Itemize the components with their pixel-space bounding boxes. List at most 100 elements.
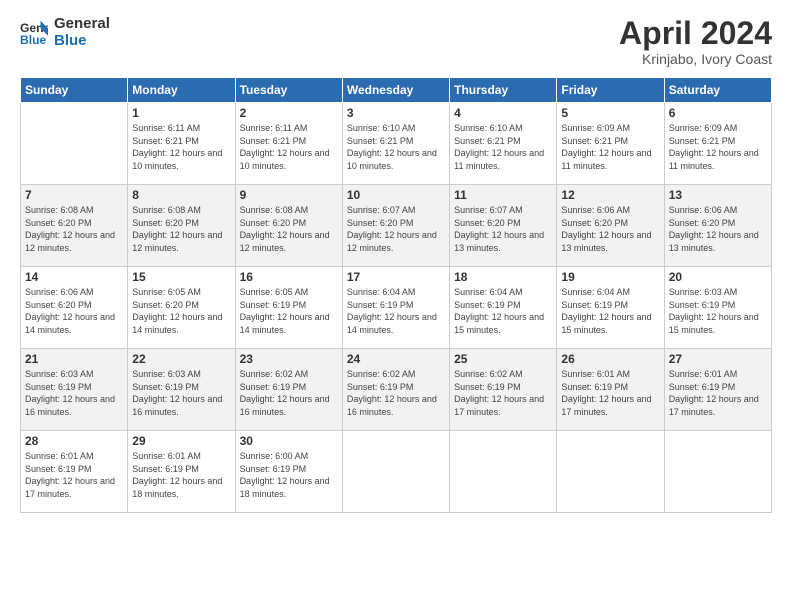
calendar-cell: 4 Sunrise: 6:10 AMSunset: 6:21 PMDaylight… bbox=[450, 103, 557, 185]
month-title: April 2024 bbox=[619, 16, 772, 51]
svg-text:Blue: Blue bbox=[20, 33, 47, 47]
day-number: 3 bbox=[347, 106, 445, 120]
col-header-friday: Friday bbox=[557, 78, 664, 103]
day-number: 29 bbox=[132, 434, 230, 448]
day-number: 4 bbox=[454, 106, 552, 120]
day-info: Sunrise: 6:10 AMSunset: 6:21 PMDaylight:… bbox=[454, 122, 552, 172]
day-number: 30 bbox=[240, 434, 338, 448]
col-header-sunday: Sunday bbox=[21, 78, 128, 103]
day-info: Sunrise: 6:10 AMSunset: 6:21 PMDaylight:… bbox=[347, 122, 445, 172]
day-number: 12 bbox=[561, 188, 659, 202]
calendar-cell: 17 Sunrise: 6:04 AMSunset: 6:19 PMDayligh… bbox=[342, 267, 449, 349]
calendar-cell: 30Sunrise: 6:00 AMSunset: 6:19 PMDayligh… bbox=[235, 431, 342, 513]
calendar-table: SundayMondayTuesdayWednesdayThursdayFrid… bbox=[20, 77, 772, 513]
logo-blue: Blue bbox=[54, 33, 110, 50]
day-number: 25 bbox=[454, 352, 552, 366]
day-info: Sunrise: 6:06 AMSunset: 6:20 PMDaylight:… bbox=[25, 286, 123, 336]
day-info: Sunrise: 6:04 AMSunset: 6:19 PMDaylight:… bbox=[561, 286, 659, 336]
day-info: Sunrise: 6:01 AMSunset: 6:19 PMDaylight:… bbox=[132, 450, 230, 500]
day-info: Sunrise: 6:07 AMSunset: 6:20 PMDaylight:… bbox=[454, 204, 552, 254]
calendar-cell: 9 Sunrise: 6:08 AMSunset: 6:20 PMDaylight… bbox=[235, 185, 342, 267]
calendar-header-row: SundayMondayTuesdayWednesdayThursdayFrid… bbox=[21, 78, 772, 103]
day-number: 8 bbox=[132, 188, 230, 202]
day-number: 26 bbox=[561, 352, 659, 366]
col-header-thursday: Thursday bbox=[450, 78, 557, 103]
calendar-cell bbox=[342, 431, 449, 513]
day-number: 24 bbox=[347, 352, 445, 366]
col-header-wednesday: Wednesday bbox=[342, 78, 449, 103]
calendar-cell: 24 Sunrise: 6:02 AMSunset: 6:19 PMDayligh… bbox=[342, 349, 449, 431]
day-info: Sunrise: 6:11 AMSunset: 6:21 PMDaylight:… bbox=[240, 122, 338, 172]
day-number: 20 bbox=[669, 270, 767, 284]
calendar-cell: 16Sunrise: 6:05 AMSunset: 6:19 PMDayligh… bbox=[235, 267, 342, 349]
calendar-week-row: 14 Sunrise: 6:06 AMSunset: 6:20 PMDayligh… bbox=[21, 267, 772, 349]
calendar-cell: 12 Sunrise: 6:06 AMSunset: 6:20 PMDayligh… bbox=[557, 185, 664, 267]
day-info: Sunrise: 6:04 AMSunset: 6:19 PMDaylight:… bbox=[347, 286, 445, 336]
col-header-saturday: Saturday bbox=[664, 78, 771, 103]
day-number: 13 bbox=[669, 188, 767, 202]
day-number: 10 bbox=[347, 188, 445, 202]
calendar-cell: 29 Sunrise: 6:01 AMSunset: 6:19 PMDayligh… bbox=[128, 431, 235, 513]
day-number: 17 bbox=[347, 270, 445, 284]
calendar-cell bbox=[450, 431, 557, 513]
day-number: 16 bbox=[240, 270, 338, 284]
calendar-cell: 6 Sunrise: 6:09 AMSunset: 6:21 PMDaylight… bbox=[664, 103, 771, 185]
day-number: 6 bbox=[669, 106, 767, 120]
calendar-cell bbox=[557, 431, 664, 513]
header: General Blue General Blue April 2024 Kri… bbox=[20, 16, 772, 67]
day-info: Sunrise: 6:04 AMSunset: 6:19 PMDaylight:… bbox=[454, 286, 552, 336]
day-number: 21 bbox=[25, 352, 123, 366]
day-number: 22 bbox=[132, 352, 230, 366]
day-number: 27 bbox=[669, 352, 767, 366]
day-info: Sunrise: 6:06 AMSunset: 6:20 PMDaylight:… bbox=[561, 204, 659, 254]
day-info: Sunrise: 6:02 AMSunset: 6:19 PMDaylight:… bbox=[347, 368, 445, 418]
calendar-cell: 25 Sunrise: 6:02 AMSunset: 6:19 PMDayligh… bbox=[450, 349, 557, 431]
day-number: 19 bbox=[561, 270, 659, 284]
calendar-cell: 23 Sunrise: 6:02 AMSunset: 6:19 PMDayligh… bbox=[235, 349, 342, 431]
day-info: Sunrise: 6:09 AMSunset: 6:21 PMDaylight:… bbox=[669, 122, 767, 172]
calendar-cell: 2 Sunrise: 6:11 AMSunset: 6:21 PMDaylight… bbox=[235, 103, 342, 185]
day-number: 15 bbox=[132, 270, 230, 284]
day-info: Sunrise: 6:11 AMSunset: 6:21 PMDaylight:… bbox=[132, 122, 230, 172]
day-info: Sunrise: 6:05 AMSunset: 6:20 PMDaylight:… bbox=[132, 286, 230, 336]
calendar-week-row: 21Sunrise: 6:03 AMSunset: 6:19 PMDayligh… bbox=[21, 349, 772, 431]
day-info: Sunrise: 6:02 AMSunset: 6:19 PMDaylight:… bbox=[240, 368, 338, 418]
day-info: Sunrise: 6:02 AMSunset: 6:19 PMDaylight:… bbox=[454, 368, 552, 418]
day-number: 1 bbox=[132, 106, 230, 120]
title-block: April 2024 Krinjabo, Ivory Coast bbox=[619, 16, 772, 67]
calendar-cell bbox=[21, 103, 128, 185]
day-number: 2 bbox=[240, 106, 338, 120]
logo-icon: General Blue bbox=[20, 19, 48, 47]
col-header-monday: Monday bbox=[128, 78, 235, 103]
day-number: 14 bbox=[25, 270, 123, 284]
calendar-week-row: 28Sunrise: 6:01 AMSunset: 6:19 PMDayligh… bbox=[21, 431, 772, 513]
calendar-cell: 14 Sunrise: 6:06 AMSunset: 6:20 PMDayligh… bbox=[21, 267, 128, 349]
calendar-cell: 7Sunrise: 6:08 AMSunset: 6:20 PMDaylight… bbox=[21, 185, 128, 267]
calendar-cell: 8Sunrise: 6:08 AMSunset: 6:20 PMDaylight… bbox=[128, 185, 235, 267]
calendar-cell: 11Sunrise: 6:07 AMSunset: 6:20 PMDayligh… bbox=[450, 185, 557, 267]
calendar-cell: 22Sunrise: 6:03 AMSunset: 6:19 PMDayligh… bbox=[128, 349, 235, 431]
logo: General Blue General Blue bbox=[20, 16, 110, 49]
calendar-page: General Blue General Blue April 2024 Kri… bbox=[0, 0, 792, 612]
calendar-cell: 5 Sunrise: 6:09 AMSunset: 6:21 PMDaylight… bbox=[557, 103, 664, 185]
day-number: 18 bbox=[454, 270, 552, 284]
day-number: 23 bbox=[240, 352, 338, 366]
day-info: Sunrise: 6:01 AMSunset: 6:19 PMDaylight:… bbox=[561, 368, 659, 418]
calendar-cell: 19 Sunrise: 6:04 AMSunset: 6:19 PMDayligh… bbox=[557, 267, 664, 349]
calendar-cell: 15 Sunrise: 6:05 AMSunset: 6:20 PMDayligh… bbox=[128, 267, 235, 349]
calendar-cell: 28Sunrise: 6:01 AMSunset: 6:19 PMDayligh… bbox=[21, 431, 128, 513]
calendar-cell: 26 Sunrise: 6:01 AMSunset: 6:19 PMDayligh… bbox=[557, 349, 664, 431]
day-info: Sunrise: 6:01 AMSunset: 6:19 PMDaylight:… bbox=[669, 368, 767, 418]
day-number: 5 bbox=[561, 106, 659, 120]
calendar-cell: 20 Sunrise: 6:03 AMSunset: 6:19 PMDayligh… bbox=[664, 267, 771, 349]
calendar-cell: 1 Sunrise: 6:11 AMSunset: 6:21 PMDaylight… bbox=[128, 103, 235, 185]
day-info: Sunrise: 6:01 AMSunset: 6:19 PMDaylight:… bbox=[25, 450, 123, 500]
day-info: Sunrise: 6:08 AMSunset: 6:20 PMDaylight:… bbox=[240, 204, 338, 254]
day-info: Sunrise: 6:09 AMSunset: 6:21 PMDaylight:… bbox=[561, 122, 659, 172]
location: Krinjabo, Ivory Coast bbox=[619, 51, 772, 67]
day-info: Sunrise: 6:03 AMSunset: 6:19 PMDaylight:… bbox=[669, 286, 767, 336]
day-number: 9 bbox=[240, 188, 338, 202]
calendar-cell: 10Sunrise: 6:07 AMSunset: 6:20 PMDayligh… bbox=[342, 185, 449, 267]
logo-general: General bbox=[54, 16, 110, 33]
day-info: Sunrise: 6:08 AMSunset: 6:20 PMDaylight:… bbox=[25, 204, 123, 254]
